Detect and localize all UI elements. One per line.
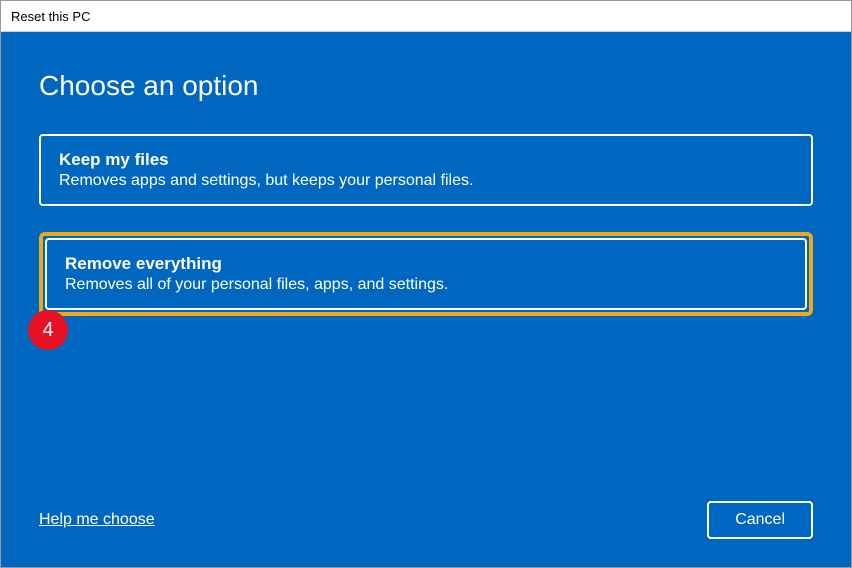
window-titlebar: Reset this PC: [1, 1, 851, 32]
option-description: Removes apps and settings, but keeps you…: [59, 172, 793, 190]
annotation-highlight: Remove everything Removes all of your pe…: [39, 232, 813, 316]
page-heading: Choose an option: [39, 70, 813, 102]
option-description: Removes all of your personal files, apps…: [65, 276, 787, 294]
option-remove-everything[interactable]: Remove everything Removes all of your pe…: [45, 238, 807, 310]
dialog-footer: Help me choose Cancel: [39, 501, 813, 539]
cancel-button[interactable]: Cancel: [707, 501, 813, 539]
dialog-content: Choose an option Keep my files Removes a…: [1, 32, 851, 567]
window-title: Reset this PC: [11, 9, 90, 24]
option-title: Keep my files: [59, 150, 793, 170]
option-title: Remove everything: [65, 254, 787, 274]
help-me-choose-link[interactable]: Help me choose: [39, 511, 155, 529]
step-badge: 4: [28, 310, 68, 350]
option-keep-my-files[interactable]: Keep my files Removes apps and settings,…: [39, 134, 813, 206]
